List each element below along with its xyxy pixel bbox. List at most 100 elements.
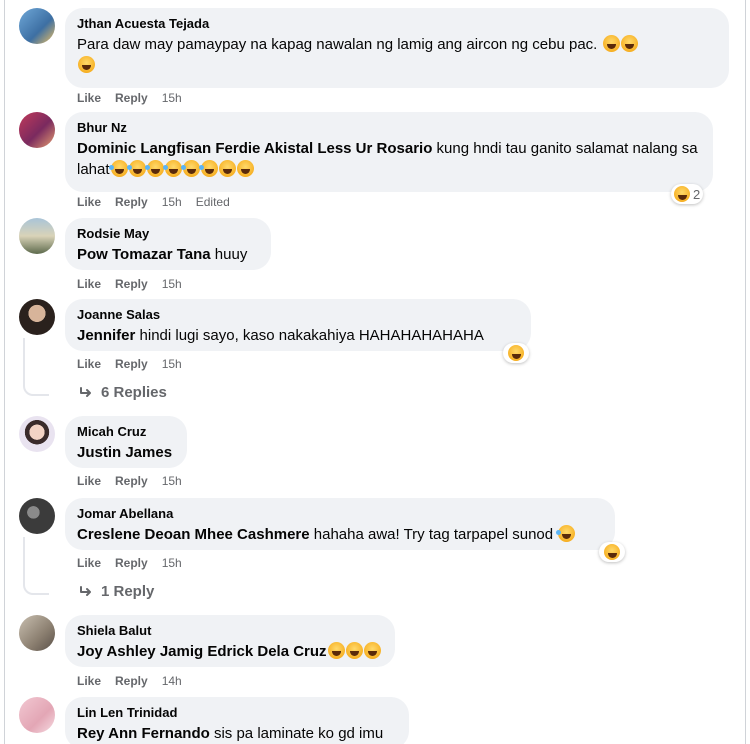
laughing-emoji-icon [198,160,218,177]
reply-button[interactable]: Reply [115,356,148,372]
mention-link[interactable]: Creslene Deoan Mhee Cashmere [77,526,310,543]
comment-author[interactable]: Rodsie May [77,225,259,242]
avatar[interactable] [19,615,55,651]
like-button[interactable]: Like [77,90,101,106]
comment-bubble: Shiela Balut Joy Ashley Jamig Edrick Del… [65,615,395,667]
comment-actions: Like Reply 15h Edited [77,194,230,210]
replies-count[interactable]: 6 Replies [101,384,167,401]
mention-link[interactable]: Dominic Langfisan Ferdie Akistal Less Ur… [77,140,432,157]
laughing-emoji-icon [508,345,524,361]
thread-connector [23,537,49,595]
replies-count[interactable]: 1 Reply [101,583,154,600]
comment-text: Para daw may pamaypay na kapag nawalan n… [77,34,717,76]
comment-actions: Like Reply 15h [77,555,182,571]
reaction-count: 2 [693,186,701,202]
reply-button[interactable]: Reply [115,90,148,106]
edited-label[interactable]: Edited [196,194,230,210]
comment-text: Jennifer hindi lugi sayo, kaso nakakahiy… [77,325,519,346]
comment-text: Creslene Deoan Mhee Cashmere hahaha awa!… [77,524,603,545]
comment-bubble: Lin Len Trinidad Rey Ann Fernando sis pa… [65,697,409,744]
comment-body: hahaha awa! Try tag tarpapel sunod [309,526,554,543]
laughing-emoji-icon [556,525,576,542]
comment-actions: Like Reply 15h [77,473,182,489]
mention-link[interactable]: Rey Ann Fernando [77,725,210,742]
comment-timestamp[interactable]: 15h [162,473,182,489]
comment-timestamp[interactable]: 15h [162,555,182,571]
comment-body: sis pa laminate ko gd imu [209,725,384,742]
comment-timestamp[interactable]: 15h [162,90,182,106]
comment-timestamp[interactable]: 15h [162,356,182,372]
reply-button[interactable]: Reply [115,673,148,689]
like-button[interactable]: Like [77,555,101,571]
laughing-emoji-icon [218,160,236,177]
avatar[interactable] [19,299,55,335]
comment-bubble: Micah Cruz Justin James [65,416,187,468]
mention-link[interactable]: Pow Tomazar Tana [77,246,211,263]
laughing-emoji-icon [602,35,620,52]
avatar[interactable] [19,416,55,452]
comment-actions: Like Reply 14h [77,673,182,689]
laughing-emoji-icon [126,160,146,177]
laughing-emoji-icon [345,642,363,659]
comment-text: Pow Tomazar Tana huuy [77,244,259,265]
reply-button[interactable]: Reply [115,473,148,489]
reply-arrow-icon [80,585,91,596]
view-replies-button[interactable]: 6 Replies [79,384,167,401]
reply-button[interactable]: Reply [115,555,148,571]
comment-timestamp[interactable]: 14h [162,673,182,689]
comment-author[interactable]: Joanne Salas [77,306,519,323]
comment-text: Justin James [77,442,175,463]
comment-text: Joy Ashley Jamig Edrick Dela Cruz [77,641,383,662]
laughing-emoji-icon [327,642,345,659]
comment-actions: Like Reply 15h [77,276,182,292]
laughing-emoji-icon [674,186,690,202]
reply-arrow-icon [80,386,91,397]
reaction-summary[interactable] [503,343,529,363]
laughing-emoji-icon [108,160,128,177]
reply-button[interactable]: Reply [115,194,148,210]
reaction-summary[interactable]: 2 [671,184,704,204]
reaction-summary[interactable] [599,542,625,562]
like-button[interactable]: Like [77,276,101,292]
comment-author[interactable]: Micah Cruz [77,423,175,440]
reply-button[interactable]: Reply [115,276,148,292]
comment-author[interactable]: Shiela Balut [77,622,383,639]
avatar[interactable] [19,112,55,148]
mention-link[interactable]: Joy Ashley Jamig Edrick Dela Cruz [77,643,327,660]
comment-timestamp[interactable]: 15h [162,276,182,292]
comment-author[interactable]: Lin Len Trinidad [77,704,397,721]
comment-bubble: Jomar Abellana Creslene Deoan Mhee Cashm… [65,498,615,550]
like-button[interactable]: Like [77,473,101,489]
comment-timestamp[interactable]: 15h [162,194,182,210]
comment-bubble: Bhur Nz Dominic Langfisan Ferdie Akistal… [65,112,713,192]
comment-author[interactable]: Jomar Abellana [77,505,603,522]
avatar[interactable] [19,8,55,44]
comment-text: Rey Ann Fernando sis pa laminate ko gd i… [77,723,397,744]
like-button[interactable]: Like [77,194,101,210]
laughing-emoji-icon [162,160,182,177]
thread-connector [23,338,49,396]
laughing-emoji-icon [604,544,620,560]
laughing-emoji-icon [144,160,164,177]
comment-body: Para daw may pamaypay na kapag nawalan n… [77,36,598,53]
view-replies-button[interactable]: 1 Reply [79,583,154,600]
avatar[interactable] [19,218,55,254]
mention-link[interactable]: Justin James [77,444,172,461]
comment-bubble: Joanne Salas Jennifer hindi lugi sayo, k… [65,299,531,351]
avatar[interactable] [19,697,55,733]
like-button[interactable]: Like [77,356,101,372]
avatar[interactable] [19,498,55,534]
comment-body: huuy [210,246,248,263]
comment-body: hindi lugi sayo, kaso nakakahiya HAHAHAH… [135,327,484,344]
laughing-emoji-icon [363,642,381,659]
comment-actions: Like Reply 15h [77,90,182,106]
comments-panel: Jthan Acuesta Tejada Para daw may pamayp… [4,0,746,744]
comment-author[interactable]: Bhur Nz [77,119,701,136]
comment-text: Dominic Langfisan Ferdie Akistal Less Ur… [77,138,701,180]
comment-bubble: Jthan Acuesta Tejada Para daw may pamayp… [65,8,729,88]
comment-bubble: Rodsie May Pow Tomazar Tana huuy [65,218,271,270]
comment-author[interactable]: Jthan Acuesta Tejada [77,15,717,32]
mention-link[interactable]: Jennifer [77,327,135,344]
like-button[interactable]: Like [77,673,101,689]
laughing-emoji-icon [78,56,95,73]
